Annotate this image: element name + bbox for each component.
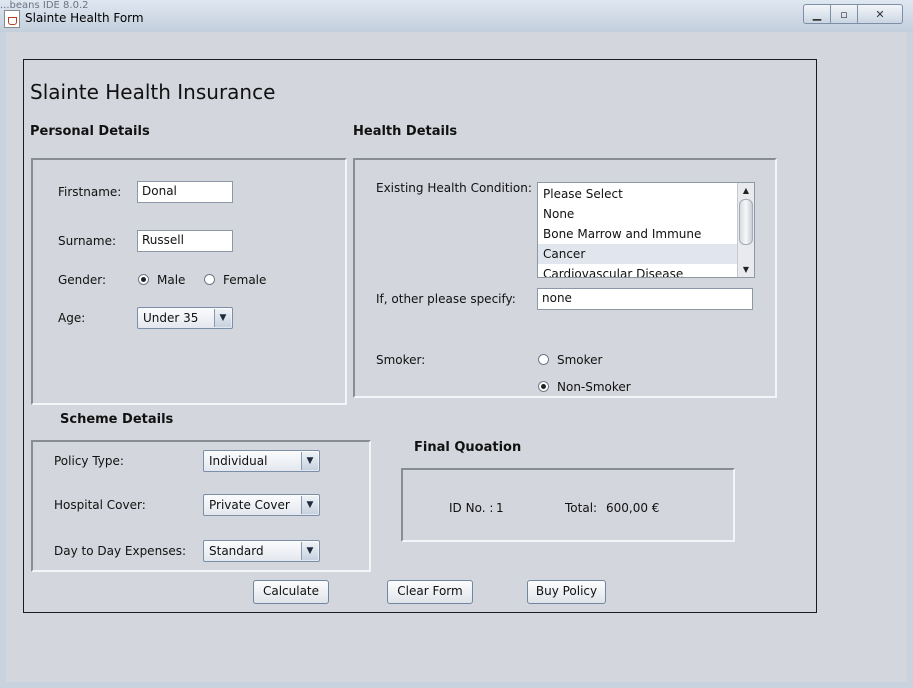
list-item[interactable]: None: [538, 204, 740, 224]
list-item[interactable]: Cardiovascular Disease: [538, 264, 740, 277]
policy-type-select[interactable]: Individual ▼: [203, 450, 320, 472]
chevron-down-icon: ▼: [301, 452, 318, 470]
day-to-day-select[interactable]: Standard ▼: [203, 540, 320, 562]
scroll-down-icon[interactable]: ▼: [738, 262, 754, 277]
scroll-up-icon[interactable]: ▲: [738, 183, 754, 198]
smoker-radio[interactable]: [538, 354, 549, 365]
maximize-icon[interactable]: ▫: [831, 4, 858, 24]
age-label: Age:: [58, 311, 86, 325]
policy-type-value: Individual: [209, 454, 268, 468]
list-item[interactable]: Bone Marrow and Immune System: [538, 224, 740, 261]
policy-type-label: Policy Type:: [54, 454, 124, 468]
day-to-day-value: Standard: [209, 544, 264, 558]
condition-label: Existing Health Condition:: [376, 181, 532, 195]
condition-list[interactable]: Please Select None Bone Marrow and Immun…: [537, 182, 755, 278]
smoker-label: Smoker:: [376, 353, 426, 367]
other-field[interactable]: none: [537, 288, 753, 310]
id-value: 1: [496, 501, 504, 515]
total-value: 600,00 €: [606, 501, 660, 515]
app-title: Slainte Health Insurance: [30, 80, 276, 104]
age-select[interactable]: Under 35 ▼: [137, 307, 233, 329]
chevron-down-icon: ▼: [214, 309, 231, 327]
list-item-selected[interactable]: Cancer: [538, 244, 740, 264]
hospital-cover-label: Hospital Cover:: [54, 498, 146, 512]
hospital-cover-select[interactable]: Private Cover ▼: [203, 494, 320, 516]
chevron-down-icon: ▼: [301, 542, 318, 560]
firstname-label: Firstname:: [58, 185, 122, 199]
firstname-field[interactable]: Donal: [137, 181, 233, 203]
gender-label: Gender:: [58, 273, 107, 287]
final-quotation-heading: Final Quoation: [414, 440, 522, 455]
clear-form-button[interactable]: Clear Form: [387, 580, 473, 604]
hospital-cover-value: Private Cover: [209, 498, 290, 512]
non-smoker-radio[interactable]: [538, 381, 549, 392]
scheme-details-heading: Scheme Details: [60, 412, 174, 427]
surname-field[interactable]: Russell: [137, 230, 233, 252]
day-to-day-label: Day to Day Expenses:: [54, 544, 187, 558]
id-label: ID No. :: [449, 501, 494, 515]
scrollbar-thumb[interactable]: [739, 199, 753, 245]
chevron-down-icon: ▼: [301, 496, 318, 514]
age-select-value: Under 35: [143, 311, 199, 325]
calculate-button[interactable]: Calculate: [253, 580, 329, 604]
health-details-heading: Health Details: [353, 124, 458, 139]
list-item[interactable]: Please Select: [538, 184, 740, 204]
java-cup-icon: [4, 10, 20, 28]
gender-female-label: Female: [223, 273, 267, 287]
other-label: If, other please specify:: [376, 292, 516, 306]
gender-male-radio[interactable]: [138, 274, 149, 285]
list-scrollbar[interactable]: ▲ ▼: [737, 183, 754, 277]
gender-female-radio[interactable]: [204, 274, 215, 285]
personal-details-heading: Personal Details: [30, 124, 150, 139]
buy-policy-button[interactable]: Buy Policy: [527, 580, 606, 604]
total-label: Total:: [565, 501, 598, 515]
window-title: Slainte Health Form: [25, 11, 144, 25]
minimize-icon[interactable]: ▁: [803, 4, 831, 24]
surname-label: Surname:: [58, 234, 117, 248]
window-controls: ▁ ▫ ✕: [803, 4, 903, 24]
non-smoker-option-label: Non-Smoker: [557, 380, 631, 394]
close-icon[interactable]: ✕: [858, 4, 903, 24]
smoker-option-label: Smoker: [557, 353, 603, 367]
gender-male-label: Male: [157, 273, 186, 287]
